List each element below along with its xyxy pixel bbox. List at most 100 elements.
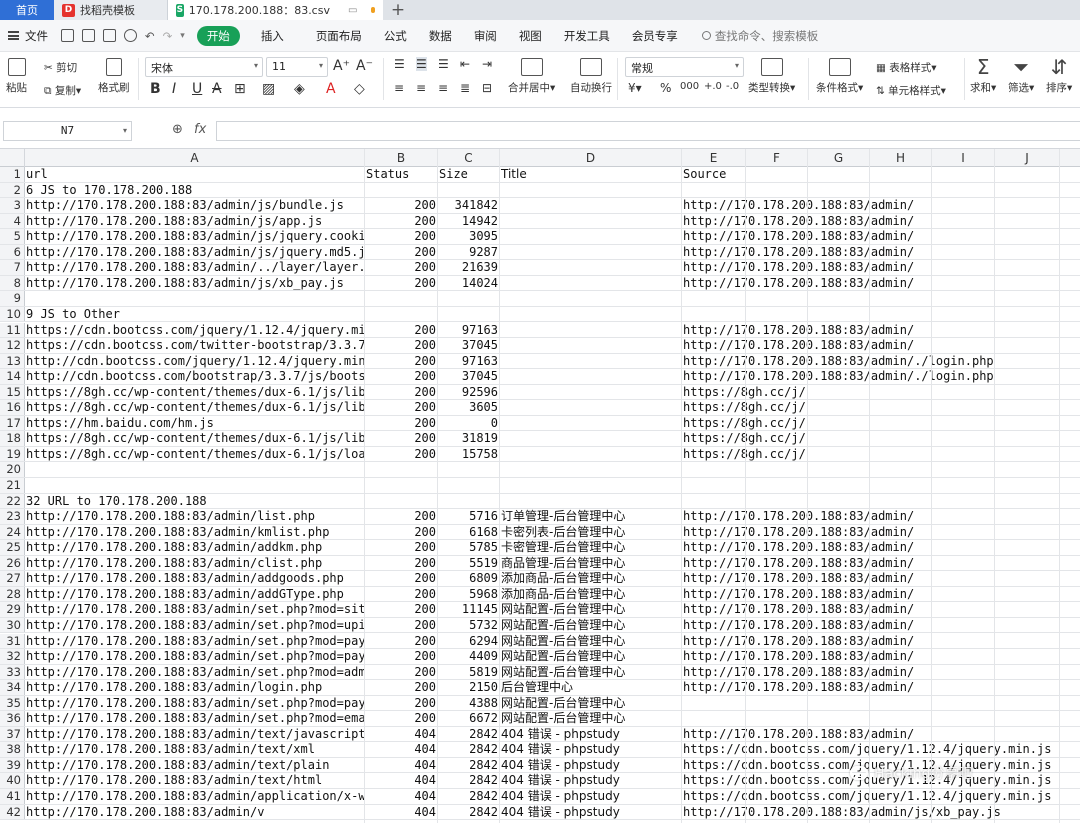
align-left-icon[interactable]: ≡ xyxy=(394,81,404,95)
cell-a[interactable]: http://cdn.bootcss.com/jquery/1.12.4/jqu… xyxy=(25,354,365,369)
cell-d[interactable] xyxy=(500,323,682,338)
cell-a[interactable]: http://170.178.200.188:83/admin/set.php?… xyxy=(25,696,365,711)
cell-c[interactable]: 5785 xyxy=(438,540,500,555)
table-style-button[interactable]: ▦ 表格样式▾ xyxy=(876,60,937,75)
cell-e[interactable]: https://8gh.cc/j/ xyxy=(682,400,1080,415)
cell-a[interactable]: http://170.178.200.188:83/admin/../layer… xyxy=(25,260,365,275)
cell-a[interactable]: https://cdn.bootcss.com/jquery/1.12.4/jq… xyxy=(25,323,365,338)
paste-button[interactable]: 粘贴 xyxy=(6,58,27,95)
row-number[interactable]: 15 xyxy=(0,384,25,400)
cell-e[interactable]: http://170.178.200.188:83/admin/ xyxy=(682,680,1080,695)
wrap-text-button[interactable]: 自动换行 xyxy=(570,58,612,95)
cell-b[interactable]: 200 xyxy=(365,571,438,586)
cell-c[interactable]: 2842 xyxy=(438,789,500,804)
format-painter-button[interactable]: 格式刷 xyxy=(98,58,130,95)
fill-pattern-icon[interactable]: ▨ xyxy=(262,81,275,97)
cell-a[interactable]: https://8gh.cc/wp-content/themes/dux-6.1… xyxy=(25,385,365,400)
cell-b[interactable]: 404 xyxy=(365,805,438,820)
row-number[interactable]: 3 xyxy=(0,198,25,213)
cell-d[interactable]: 网站配置-后台管理中心 xyxy=(500,602,682,617)
thousands-icon[interactable]: 000 xyxy=(680,81,699,92)
strikethrough-icon[interactable]: A xyxy=(212,81,222,97)
cell-b[interactable]: 200 xyxy=(365,198,438,213)
copy-button[interactable]: ⧉ 复制▾ xyxy=(44,83,81,98)
cell-b[interactable]: 200 xyxy=(365,711,438,726)
cell-c[interactable]: 6672 xyxy=(438,711,500,726)
cell-c[interactable]: 2842 xyxy=(438,727,500,742)
cell-e[interactable] xyxy=(682,291,1080,306)
cell-b[interactable]: 404 xyxy=(365,758,438,773)
cell-b[interactable] xyxy=(365,307,438,322)
cell-d[interactable] xyxy=(500,307,682,322)
cell-c[interactable]: 0 xyxy=(438,416,500,431)
cell-d[interactable]: 网站配置-后台管理中心 xyxy=(500,696,682,711)
column-header-g[interactable]: G xyxy=(808,149,870,167)
cell-c[interactable]: 9287 xyxy=(438,245,500,260)
row-number[interactable]: 24 xyxy=(0,524,25,540)
cell-a[interactable]: https://8gh.cc/wp-content/themes/dux-6.1… xyxy=(25,447,365,462)
cell-e[interactable] xyxy=(682,462,1080,477)
cell-c[interactable]: 37045 xyxy=(438,338,500,353)
column-header-e[interactable]: E xyxy=(682,149,746,167)
cut-button[interactable]: ✂ 剪切 xyxy=(44,60,77,75)
cell-e[interactable]: http://170.178.200.188:83/admin/ xyxy=(682,587,1080,602)
cell-a[interactable]: https://8gh.cc/wp-content/themes/dux-6.1… xyxy=(25,431,365,446)
cell-e[interactable]: http://170.178.200.188:83/admin/ xyxy=(682,727,1080,742)
row-number[interactable]: 9 xyxy=(0,291,25,306)
row-number[interactable]: 28 xyxy=(0,586,25,602)
cell-c[interactable]: 5968 xyxy=(438,587,500,602)
cell-b[interactable]: 200 xyxy=(365,696,438,711)
tab-data[interactable]: 数据 xyxy=(420,28,461,44)
cell-c[interactable]: 2150 xyxy=(438,680,500,695)
cell-d[interactable] xyxy=(500,276,682,291)
decimal-decrease-icon[interactable]: -.0 xyxy=(726,81,739,92)
row-number[interactable]: 20 xyxy=(0,462,25,477)
row-number[interactable]: 1 xyxy=(0,167,25,182)
font-size-select[interactable]: 11 ▾ xyxy=(266,57,328,77)
cell-e[interactable]: http://170.178.200.188:83/admin/ xyxy=(682,525,1080,540)
cell-c[interactable]: 2842 xyxy=(438,773,500,788)
cell-b[interactable]: 200 xyxy=(365,260,438,275)
cell-d[interactable] xyxy=(500,198,682,213)
sum-button[interactable]: Σ 求和▾ xyxy=(970,57,996,95)
cell-a[interactable]: http://170.178.200.188:83/admin/addgoods… xyxy=(25,571,365,586)
cell-e[interactable]: http://170.178.200.188:83/admin/ xyxy=(682,509,1080,524)
cell-c[interactable]: 3605 xyxy=(438,400,500,415)
cell-a[interactable]: http://170.178.200.188:83/admin/js/jquer… xyxy=(25,229,365,244)
cell-d[interactable]: 网站配置-后台管理中心 xyxy=(500,634,682,649)
cell-e[interactable]: https://8gh.cc/j/ xyxy=(682,385,1080,400)
cell-b[interactable]: 200 xyxy=(365,665,438,680)
zoom-icon[interactable]: ⊕ xyxy=(172,122,183,137)
cell-b[interactable]: 200 xyxy=(365,431,438,446)
cell-c[interactable]: 6168 xyxy=(438,525,500,540)
cell-b[interactable]: 200 xyxy=(365,525,438,540)
filter-button[interactable]: ⏷ 筛选▾ xyxy=(1008,57,1034,95)
conditional-format-button[interactable]: 条件格式▾ xyxy=(816,58,863,95)
cell-c[interactable]: 3095 xyxy=(438,229,500,244)
cell-b[interactable]: 404 xyxy=(365,789,438,804)
cell-d[interactable] xyxy=(500,214,682,229)
cell-d[interactable]: 卡密列表-后台管理中心 xyxy=(500,525,682,540)
row-number[interactable]: 13 xyxy=(0,353,25,369)
cell-d[interactable]: 网站配置-后台管理中心 xyxy=(500,665,682,680)
row-number[interactable]: 22 xyxy=(0,493,25,509)
cell-b[interactable]: 200 xyxy=(365,416,438,431)
cell-e[interactable]: http://170.178.200.188:83/admin/ xyxy=(682,276,1080,291)
cell-e[interactable] xyxy=(682,696,1080,711)
cell-b[interactable]: 200 xyxy=(365,369,438,384)
cell-e[interactable]: http://170.178.200.188:83/admin/./login.… xyxy=(682,354,1080,369)
row-number[interactable]: 35 xyxy=(0,695,25,711)
cell-c[interactable]: 5819 xyxy=(438,665,500,680)
cell-b[interactable]: 404 xyxy=(365,773,438,788)
cell-b[interactable]: 200 xyxy=(365,323,438,338)
increase-font-icon[interactable]: A⁺ xyxy=(333,58,350,74)
currency-icon[interactable]: ¥▾ xyxy=(628,81,642,95)
italic-icon[interactable]: I xyxy=(172,81,176,97)
row-number[interactable]: 31 xyxy=(0,633,25,649)
cell-a[interactable]: http://170.178.200.188:83/admin/clist.ph… xyxy=(25,556,365,571)
cell-d[interactable]: 订单管理-后台管理中心 xyxy=(500,509,682,524)
row-number[interactable]: 10 xyxy=(0,306,25,322)
cell-a[interactable]: http://170.178.200.188:83/admin/js/jquer… xyxy=(25,245,365,260)
cell-b[interactable] xyxy=(365,183,438,198)
row-number[interactable]: 14 xyxy=(0,369,25,384)
